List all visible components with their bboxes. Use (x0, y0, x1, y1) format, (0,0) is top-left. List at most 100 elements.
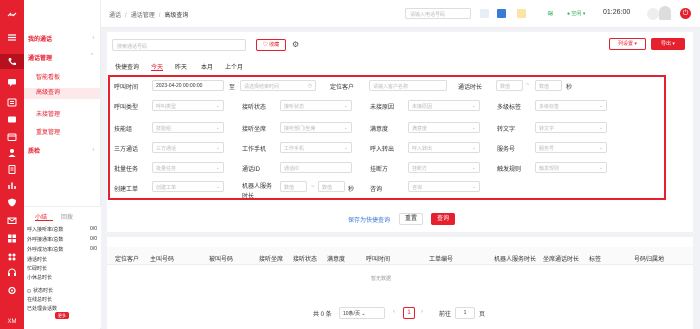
rail-user-label[interactable]: XM (0, 319, 24, 325)
sidebar-section-call-management[interactable]: 通话管理 (28, 53, 52, 62)
next-page-button[interactable]: › (421, 309, 423, 315)
stat-row: 在线总时长 (27, 297, 53, 303)
column-header[interactable]: 定位客户 (115, 254, 139, 263)
sidebar-section-my-calls[interactable]: 我的通话 (28, 34, 52, 43)
settings-icon[interactable] (6, 286, 18, 295)
page-size-select[interactable]: 10条/页 ⌄ (339, 307, 385, 319)
to-text-label: 转文字 (497, 127, 516, 133)
mail-icon[interactable] (6, 216, 18, 225)
sidebar-item-missed-calls[interactable]: 未接管理 (36, 109, 60, 118)
hangup-select[interactable]: 挂断方 ⌄ (408, 162, 480, 173)
quick-tab-last-month[interactable]: 上个月 (225, 62, 243, 71)
chat-icon[interactable] (6, 78, 18, 87)
phone-search-input[interactable]: 请输入电话号码 (405, 8, 471, 19)
current-page[interactable]: 1 (403, 307, 415, 319)
call-time-start-input[interactable]: 2023-04-20 00:00:00 (152, 80, 224, 91)
batch-task-select[interactable]: 批量任务 ⌄ (152, 162, 224, 173)
query-button[interactable]: 查询 (431, 213, 455, 225)
icon-rail: XM (0, 0, 24, 329)
answer-status-select[interactable]: 接听状态 ⌄ (280, 100, 352, 111)
translate-icon[interactable] (480, 9, 489, 18)
breadcrumb-item[interactable]: 通话管理 (131, 13, 155, 19)
save-quick-query-link[interactable]: 保存为快捷查询 (348, 215, 390, 224)
quick-tab-today[interactable]: 今天 (151, 62, 164, 71)
column-header[interactable]: 呼叫时间 (366, 254, 390, 263)
chevron-right-icon: › (92, 35, 94, 41)
goto-page-input[interactable]: 1 (455, 307, 475, 319)
shield-icon[interactable] (6, 198, 18, 207)
clock-icon: ◷ (307, 83, 312, 89)
breadcrumb-item[interactable]: 通话 (109, 13, 121, 19)
call-type-select[interactable]: 呼叫类型 ⌄ (152, 100, 224, 111)
call-time-end-input[interactable]: 请选择结束时间 ◷ (240, 80, 316, 91)
column-settings-button[interactable]: 列设置 ▾ (609, 38, 646, 50)
note-icon[interactable] (517, 9, 526, 18)
locate-customer-label: 定位客户 (330, 85, 355, 91)
dialpad-icon[interactable] (497, 9, 506, 18)
reset-button[interactable]: 重置 (399, 213, 423, 225)
robot-max-input[interactable]: 数值 (318, 181, 345, 192)
duration-min-input[interactable]: 数值 (496, 80, 523, 91)
multi-tag-select[interactable]: 多级标签 ⌄ (535, 100, 607, 111)
hangup-label: 挂断方 (370, 167, 389, 173)
list-icon[interactable] (6, 98, 18, 107)
consult-select[interactable]: 咨询 ⌄ (408, 181, 480, 192)
quick-tab-yesterday[interactable]: 昨天 (175, 62, 187, 71)
skill-group-select[interactable]: 技能组 ⌄ (152, 122, 224, 133)
work-phone-label: 工作手机 (242, 147, 267, 153)
trigger-rule-select[interactable]: 触发规则 ⌄ (535, 162, 607, 173)
satisfaction-select[interactable]: 满意度 ⌄ (408, 122, 480, 133)
sidebar-item-repeat-calls[interactable]: 重复管理 (36, 127, 60, 136)
column-header[interactable]: 工单编号 (429, 254, 453, 263)
inbound-transfer-select[interactable]: 呼入转出 ⌄ (408, 142, 480, 153)
user-icon[interactable] (6, 148, 18, 157)
service-no-select[interactable]: 服务号 ⌄ (535, 142, 607, 153)
headset-icon[interactable] (6, 268, 18, 277)
sidebar-item-dashboard[interactable]: 智能看板 (36, 72, 60, 81)
sidebar-section-quality[interactable]: 质检 (28, 146, 40, 155)
column-header[interactable]: 接听坐席 (259, 254, 283, 263)
column-header[interactable]: 号码归属地 (634, 254, 664, 263)
tab-callback[interactable]: 回拨 (61, 215, 73, 221)
link-icon[interactable] (6, 10, 18, 19)
column-header[interactable]: 机器人服务时长 (494, 254, 536, 263)
phone-icon[interactable] (0, 54, 24, 69)
menu-icon[interactable] (6, 33, 18, 42)
call-search-input[interactable]: 搜索通话号码 (112, 39, 246, 51)
ticket-select[interactable]: 创建工单 ⌄ (152, 181, 224, 192)
to-text-select[interactable]: 转文字 ⌄ (535, 122, 607, 133)
sidebar-item-advanced-query[interactable]: 高级查询 (24, 88, 100, 99)
duration-max-input[interactable]: 数值 (535, 80, 562, 91)
work-phone-select[interactable]: 工作手机 ⌄ (280, 142, 352, 153)
gear-icon[interactable]: ⚙ (292, 41, 300, 49)
grid-icon[interactable] (6, 234, 18, 243)
breadcrumb-current: 高级查询 (164, 13, 189, 19)
apps-icon[interactable] (6, 252, 18, 261)
bell-icon[interactable] (647, 8, 659, 20)
message-icon[interactable] (6, 115, 18, 124)
column-header[interactable]: 标签 (589, 254, 601, 263)
column-header[interactable]: 被叫号码 (209, 254, 233, 263)
unanswered-reason-select[interactable]: 未接原因 ⌄ (408, 100, 480, 111)
locate-customer-input[interactable]: 请输入客户名称 (369, 80, 447, 91)
column-header[interactable]: 主叫号码 (150, 254, 174, 263)
chart-icon[interactable] (6, 181, 18, 190)
column-header[interactable]: 满意度 (327, 254, 345, 263)
document-icon[interactable] (6, 165, 18, 174)
more-button[interactable]: 更多 (55, 312, 69, 319)
three-way-select[interactable]: 三方通话 ⌄ (152, 142, 224, 153)
column-header[interactable]: 坐席通话时长 (543, 254, 579, 263)
power-icon[interactable]: ⏻ (680, 8, 691, 19)
column-header[interactable]: 接听状态 (293, 254, 317, 263)
answer-seat-select[interactable]: 接听部门/坐席 ⌄ (280, 122, 352, 133)
prev-page-button[interactable]: ‹ (393, 309, 395, 315)
export-button[interactable]: 导出 ▾ (651, 38, 685, 50)
quick-tab-this-month[interactable]: 本月 (201, 62, 213, 71)
status-indicator[interactable]: ● 空闲 ▾ (567, 10, 585, 17)
collect-button[interactable]: ♡ 收藏 (256, 39, 286, 51)
avatar[interactable] (659, 6, 671, 20)
calendar-icon[interactable] (6, 132, 18, 141)
call-id-label: 通话ID (242, 167, 261, 173)
call-id-input[interactable]: 通话ID (280, 162, 352, 173)
robot-min-input[interactable]: 数值 (280, 181, 307, 192)
